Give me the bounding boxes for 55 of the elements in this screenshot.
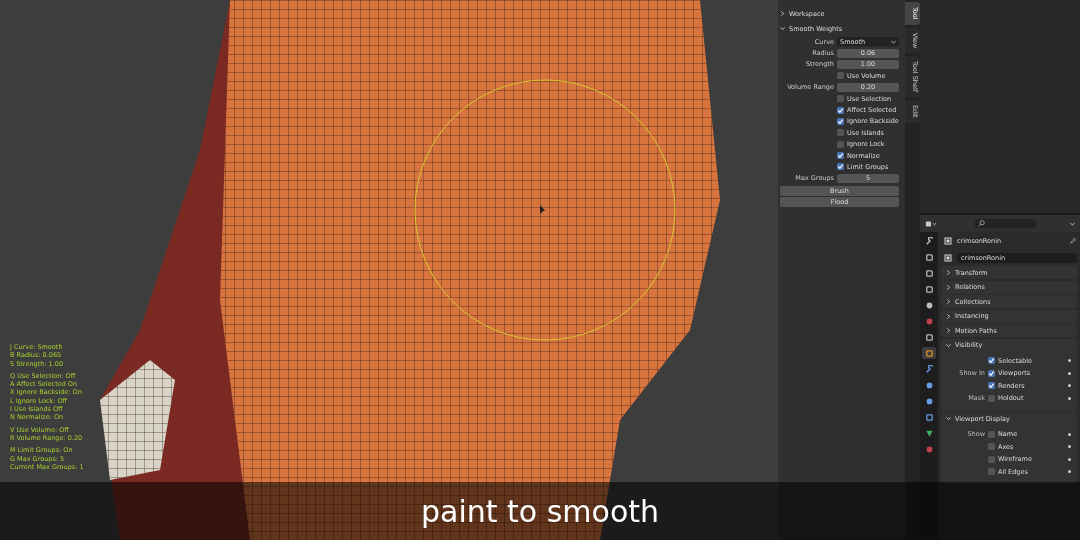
brush-circle-icon [414,79,676,341]
checkbox[interactable] [988,369,995,377]
circle-icon [924,396,934,406]
chevron-right-icon [946,284,951,290]
triangle-icon [924,428,934,438]
square-icon [924,252,934,262]
chevron-right-icon [946,299,951,304]
keyframe-dot-icon[interactable] [1068,384,1071,388]
checkbox[interactable] [837,152,844,160]
square-icon [924,268,934,278]
checkbox[interactable] [837,106,844,114]
checkbox[interactable] [837,72,844,80]
square-icon [924,332,934,342]
checkbox[interactable] [988,468,995,476]
properties-tab[interactable] [922,347,936,359]
checkbox[interactable] [988,455,995,463]
checkbox[interactable] [837,117,844,125]
circle-icon [924,444,934,454]
caret-icon[interactable] [1070,221,1075,226]
chevron-down-icon [946,416,951,421]
checkbox[interactable] [837,140,844,148]
checkbox[interactable] [988,382,995,390]
keyframe-dot-icon[interactable] [1068,359,1071,363]
chevron-right-icon [946,328,951,333]
checkbox[interactable] [988,394,995,402]
checkbox[interactable] [837,163,844,171]
keyframe-dot-icon[interactable] [1068,371,1071,375]
circle-icon [924,380,934,390]
pin-icon[interactable] [1069,236,1077,245]
square-icon [924,348,934,358]
checkbox[interactable] [837,129,844,137]
keyframe-dot-icon[interactable] [1068,396,1071,400]
square-icon [924,412,934,422]
chevron-right-icon [946,313,951,319]
chevron-down-icon [780,26,785,31]
chevron-down-icon [946,342,951,348]
keyframe-dot-icon[interactable] [1068,432,1071,436]
chevron-right-icon [946,270,951,275]
chevron-right-icon [780,11,785,16]
checkbox[interactable] [988,430,995,438]
circle-icon [924,316,934,326]
checkbox[interactable] [988,357,995,365]
caption: paint to smooth [420,493,660,529]
search-field[interactable] [975,219,1036,228]
search-icon [978,220,985,227]
checkbox[interactable] [837,95,844,103]
keyframe-dot-icon[interactable] [1068,457,1071,461]
caret-icon [891,39,896,44]
checkbox[interactable] [988,443,995,451]
square-icon [924,284,934,294]
keyframe-dot-icon[interactable] [1068,445,1071,449]
cursor-icon [540,205,545,214]
keyframe-dot-icon[interactable] [1068,470,1071,474]
editor-type-icon[interactable] [925,219,937,228]
circle-icon [924,300,934,310]
